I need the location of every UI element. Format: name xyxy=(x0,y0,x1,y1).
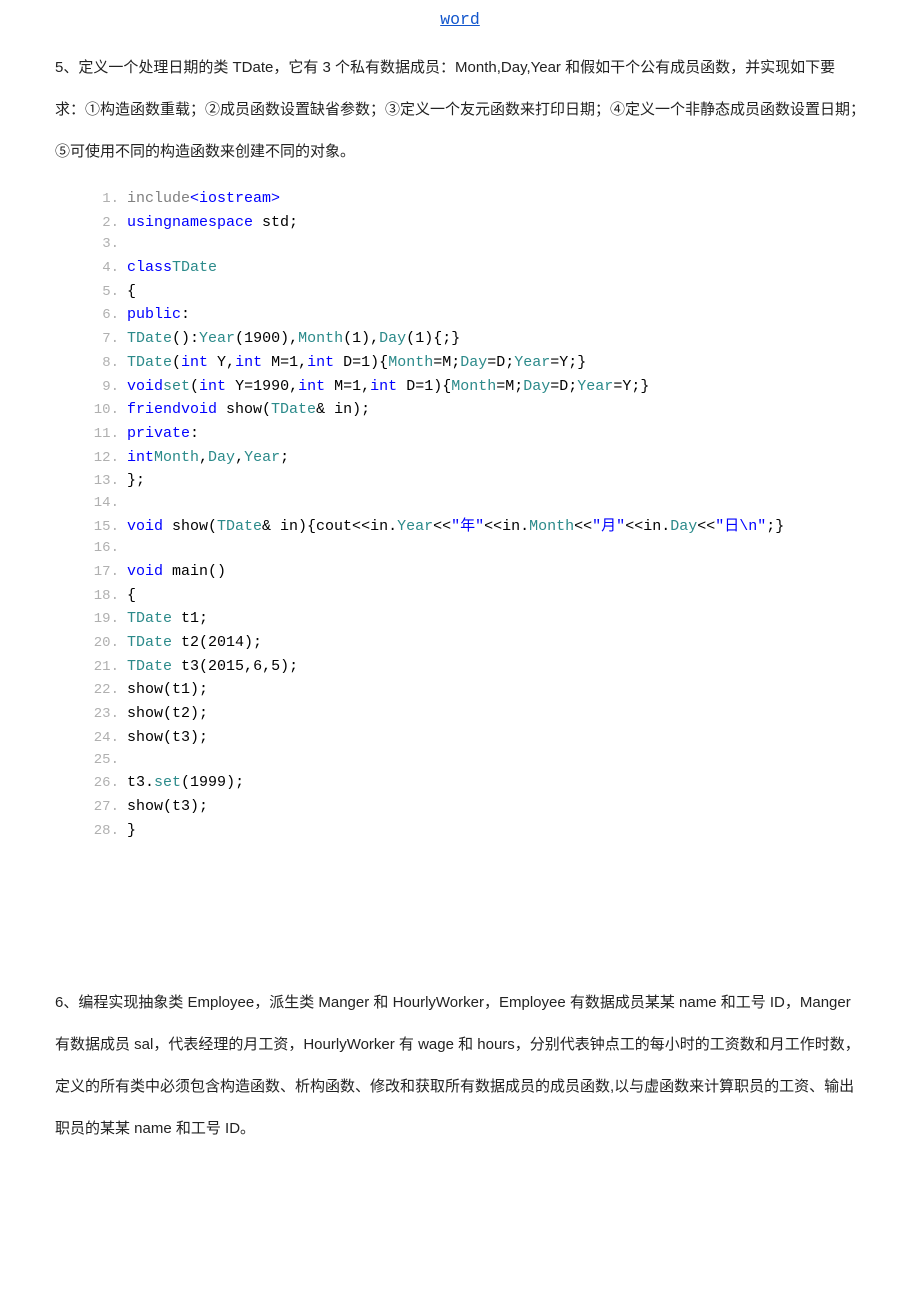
code-content: TDate t3(2015,6,5); xyxy=(127,655,298,678)
line-number: 28. xyxy=(85,821,119,843)
code-content: public: xyxy=(127,303,190,326)
line-number: 15. xyxy=(85,517,119,539)
header-link[interactable]: word xyxy=(55,10,865,29)
code-content: friendvoid show(TDate& in); xyxy=(127,398,370,421)
code-content: t3.set(1999); xyxy=(127,771,244,794)
code-line: 16. xyxy=(85,538,865,560)
code-line: 2. usingnamespace std; xyxy=(85,211,865,235)
line-number: 11. xyxy=(85,424,119,446)
line-number: 20. xyxy=(85,633,119,655)
code-content: include<iostream> xyxy=(127,187,280,210)
code-line: 1. include<iostream> xyxy=(85,187,865,211)
line-number: 16. xyxy=(85,538,119,560)
line-number: 21. xyxy=(85,657,119,679)
code-content: show(t3); xyxy=(127,726,208,749)
line-number: 10. xyxy=(85,400,119,422)
line-number: 5. xyxy=(85,282,119,304)
code-line: 11. private: xyxy=(85,422,865,446)
code-content: usingnamespace std; xyxy=(127,211,298,234)
code-content: } xyxy=(127,819,136,842)
code-line: 17. void main() xyxy=(85,560,865,584)
code-content: show(t1); xyxy=(127,678,208,701)
line-number: 12. xyxy=(85,448,119,470)
code-content: show(t2); xyxy=(127,702,208,725)
code-line: 10. friendvoid show(TDate& in); xyxy=(85,398,865,422)
code-line: 6. public: xyxy=(85,303,865,327)
code-line: 12. intMonth,Day,Year; xyxy=(85,446,865,470)
code-line: 14. xyxy=(85,493,865,515)
line-number: 14. xyxy=(85,493,119,515)
line-number: 1. xyxy=(85,189,119,211)
question-6-text: 6、编程实现抽象类 Employee，派生类 Manger 和 HourlyWo… xyxy=(55,982,865,1150)
line-number: 18. xyxy=(85,586,119,608)
code-content: private: xyxy=(127,422,199,445)
code-line: 15. void show(TDate& in){cout<<in.Year<<"… xyxy=(85,515,865,539)
line-number: 27. xyxy=(85,797,119,819)
code-content: { xyxy=(127,280,136,303)
code-line: 26. t3.set(1999); xyxy=(85,771,865,795)
code-line: 25. xyxy=(85,750,865,772)
code-content: TDate t2(2014); xyxy=(127,631,262,654)
line-number: 13. xyxy=(85,471,119,493)
line-number: 6. xyxy=(85,305,119,327)
code-line: 22. show(t1); xyxy=(85,678,865,702)
line-number: 2. xyxy=(85,213,119,235)
code-line: 3. xyxy=(85,234,865,256)
code-line: 7. TDate():Year(1900),Month(1),Day(1){;} xyxy=(85,327,865,351)
code-line: 28.} xyxy=(85,819,865,843)
code-line: 9. voidset(int Y=1990,int M=1,int D=1){Mo… xyxy=(85,375,865,399)
code-content: show(t3); xyxy=(127,795,208,818)
code-content: TDate t1; xyxy=(127,607,208,630)
code-block: 1. include<iostream> 2. usingnamespace std;… xyxy=(85,187,865,842)
line-number: 23. xyxy=(85,704,119,726)
code-line: 19. TDate t1; xyxy=(85,607,865,631)
code-line: 13.}; xyxy=(85,469,865,493)
line-number: 9. xyxy=(85,377,119,399)
code-content: TDate():Year(1900),Month(1),Day(1){;} xyxy=(127,327,460,350)
code-line: 23. show(t2); xyxy=(85,702,865,726)
code-line: 27. show(t3); xyxy=(85,795,865,819)
code-content: void main() xyxy=(127,560,226,583)
code-line: 20. TDate t2(2014); xyxy=(85,631,865,655)
code-content: voidset(int Y=1990,int M=1,int D=1){Mont… xyxy=(127,375,649,398)
question-5-text: 5、定义一个处理日期的类 TDate，它有 3 个私有数据成员：Month,Da… xyxy=(55,47,865,173)
code-line: 4. classTDate xyxy=(85,256,865,280)
line-number: 26. xyxy=(85,773,119,795)
code-content: void show(TDate& in){cout<<in.Year<<"年"<… xyxy=(127,515,784,538)
line-number: 17. xyxy=(85,562,119,584)
code-content: { xyxy=(127,584,136,607)
line-number: 3. xyxy=(85,234,119,256)
code-content: TDate(int Y,int M=1,int D=1){Month=M;Day… xyxy=(127,351,586,374)
line-number: 24. xyxy=(85,728,119,750)
line-number: 7. xyxy=(85,329,119,351)
line-number: 4. xyxy=(85,258,119,280)
code-line: 18. { xyxy=(85,584,865,608)
code-content: intMonth,Day,Year; xyxy=(127,446,289,469)
line-number: 22. xyxy=(85,680,119,702)
code-content: }; xyxy=(127,469,145,492)
code-line: 8. TDate(int Y,int M=1,int D=1){Month=M;D… xyxy=(85,351,865,375)
code-content: classTDate xyxy=(127,256,217,279)
code-line: 21. TDate t3(2015,6,5); xyxy=(85,655,865,679)
code-line: 24. show(t3); xyxy=(85,726,865,750)
line-number: 19. xyxy=(85,609,119,631)
code-line: 5. { xyxy=(85,280,865,304)
line-number: 8. xyxy=(85,353,119,375)
line-number: 25. xyxy=(85,750,119,772)
